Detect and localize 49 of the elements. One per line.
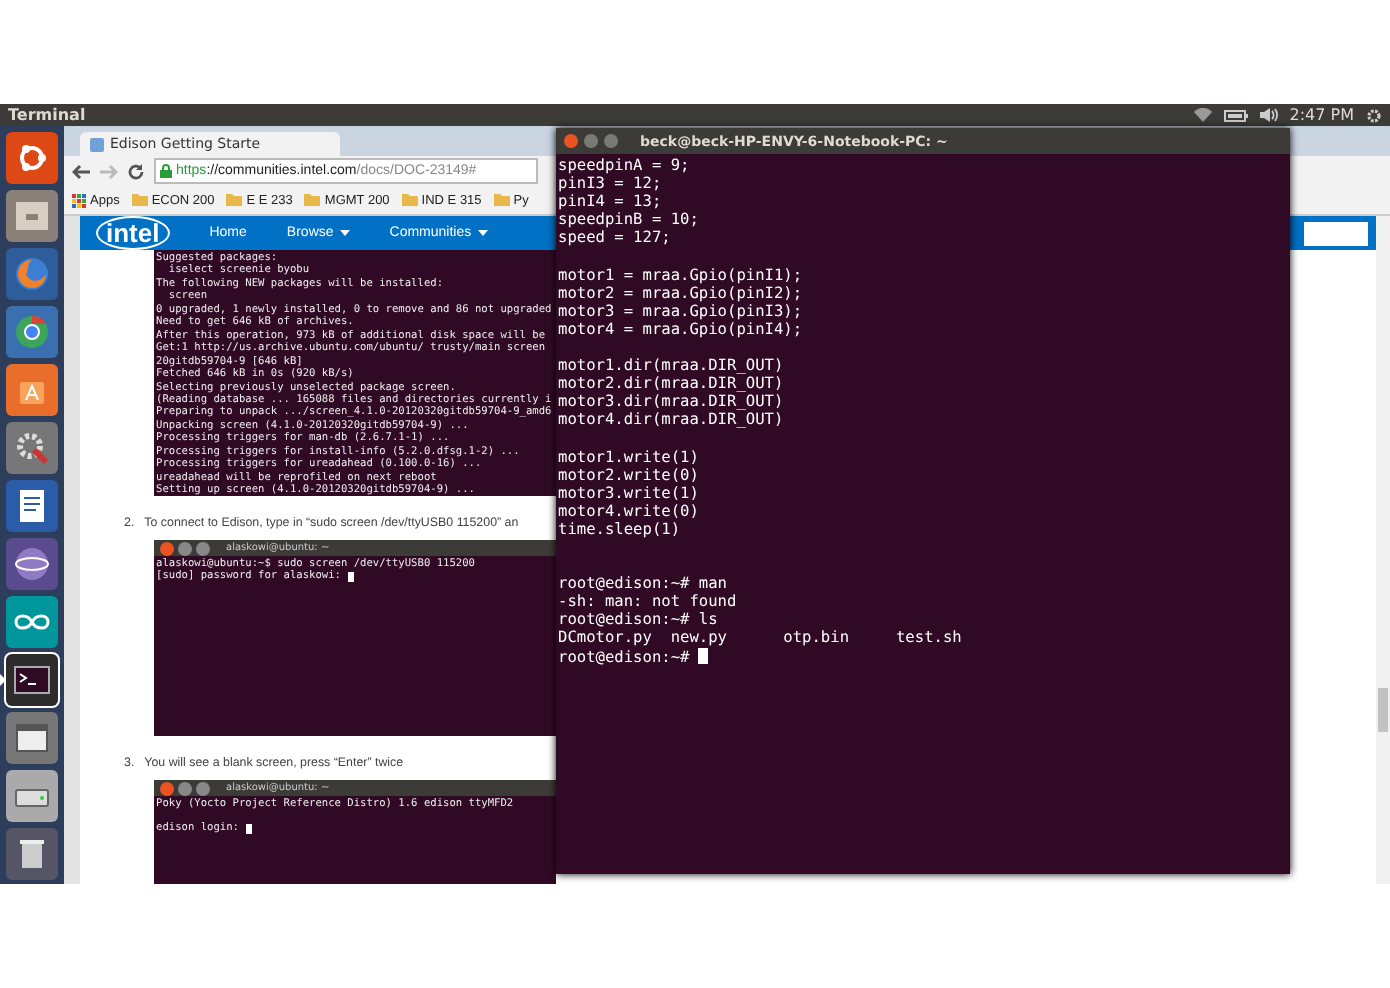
- active-indicator: [0, 674, 6, 686]
- maximize-button[interactable]: [604, 134, 618, 148]
- speaker-icon: [1259, 108, 1278, 122]
- minimize-button[interactable]: [178, 781, 192, 795]
- close-button[interactable]: [564, 134, 578, 148]
- fox-globe-icon: [14, 256, 50, 292]
- close-button[interactable]: [160, 781, 174, 795]
- wifi-icon: [1193, 108, 1212, 122]
- window-icon: [16, 724, 48, 752]
- launcher-button[interactable]: [6, 480, 58, 532]
- folder-icon: [493, 194, 510, 206]
- back-arrow-icon[interactable]: [72, 163, 90, 179]
- terminal-prompt-icon: [14, 666, 50, 694]
- forward-arrow-icon[interactable]: [100, 163, 118, 179]
- scroll-thumb[interactable]: [1378, 688, 1388, 732]
- reload-icon[interactable]: [128, 163, 144, 179]
- maximize-button[interactable]: [196, 781, 210, 795]
- app-grid-icon: [72, 193, 86, 207]
- search-field[interactable]: [1304, 221, 1368, 245]
- round-logo-icon: [14, 314, 50, 350]
- launcher-button[interactable]: [6, 828, 58, 880]
- maximize-button[interactable]: [196, 541, 210, 555]
- active-app-title: Terminal: [8, 106, 86, 124]
- close-button[interactable]: [160, 541, 174, 555]
- file-cabinet-icon: [14, 200, 50, 232]
- sphere-icon: [14, 546, 50, 582]
- launcher-button[interactable]: [6, 654, 58, 706]
- launcher-button[interactable]: [6, 712, 58, 764]
- gear-icon: [1366, 107, 1382, 123]
- folder-icon: [304, 194, 321, 206]
- page-icon: [90, 137, 104, 151]
- padlock-icon: [160, 164, 172, 178]
- caret-icon: [477, 230, 488, 236]
- infinity-icon: [14, 612, 50, 632]
- document-icon: [18, 488, 46, 524]
- clock: 2:47 PM: [1289, 106, 1354, 124]
- trash-can-icon: [18, 838, 46, 870]
- minimize-button[interactable]: [584, 134, 598, 148]
- minimize-button[interactable]: [178, 541, 192, 555]
- folder-icon: [226, 194, 243, 206]
- folder-icon: [401, 194, 418, 206]
- gear-wrench-icon: [14, 430, 50, 466]
- launcher-button[interactable]: [6, 538, 58, 590]
- drive-icon: [14, 784, 50, 808]
- caret-icon: [339, 230, 350, 236]
- battery-icon: [1223, 109, 1248, 121]
- circle-of-friends-icon: [16, 142, 48, 174]
- folder-icon: [131, 194, 148, 206]
- scrollbar[interactable]: [1376, 216, 1390, 884]
